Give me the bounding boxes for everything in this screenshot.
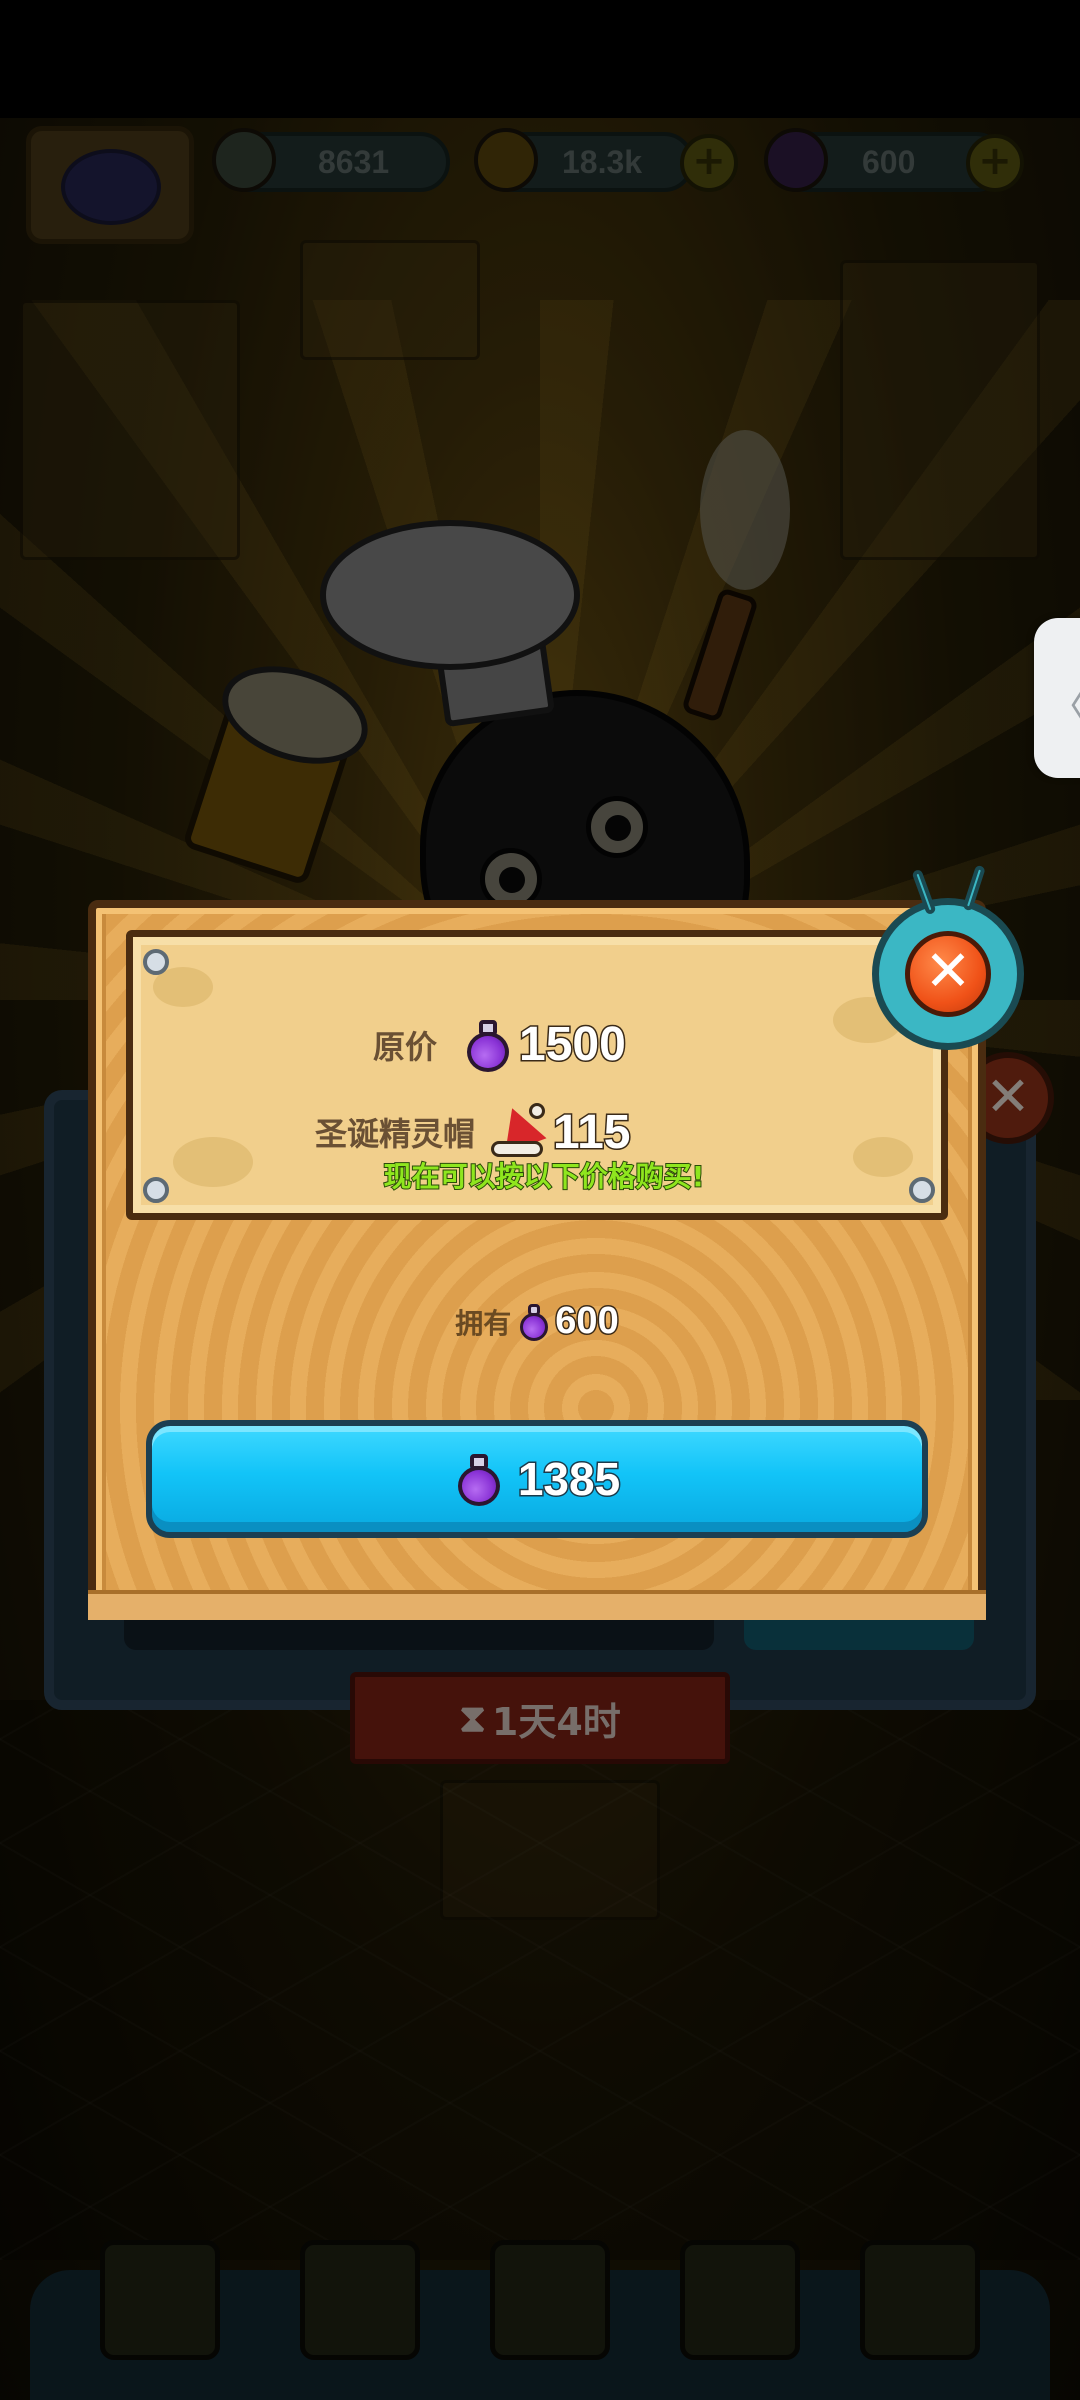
nav-bag-icon[interactable] <box>680 2240 800 2360</box>
potions-value: 600 <box>862 144 916 180</box>
original-price-value: 1500 <box>518 1017 628 1073</box>
hourglass-icon: ⧗ <box>459 1695 486 1740</box>
potion-icon <box>764 128 828 192</box>
nav-menu-icon[interactable] <box>860 2240 980 2360</box>
potion-icon <box>517 1303 551 1341</box>
price-parchment: 原价 1500 圣诞精灵帽 115 现在可以按以下价格购买! <box>126 930 948 1220</box>
cabinet <box>300 240 480 360</box>
chef-hat <box>320 520 580 670</box>
nav-shop-icon[interactable] <box>100 2240 220 2360</box>
chevron-left-icon: 〈 <box>1048 674 1080 732</box>
santa-hat-icon <box>489 1100 547 1161</box>
owned-label: 拥有 <box>455 1306 512 1340</box>
coins-value: 18.3k <box>562 144 643 180</box>
add-coins-button[interactable]: + <box>680 134 738 192</box>
offer-timer-banner: ⧗ 1天4时 <box>350 1672 730 1764</box>
purchase-dialog: 原价 1500 圣诞精灵帽 115 现在可以按以下价格购买! 拥有 600 13… <box>88 900 986 1620</box>
offer-timer-text: 1天4时 <box>491 1699 621 1744</box>
discount-item-value: 115 <box>552 1104 632 1160</box>
bomb-icon <box>212 128 276 192</box>
nav-book-icon[interactable] <box>490 2240 610 2360</box>
close-icon: ✕ <box>905 931 991 1017</box>
cigar-smoke <box>700 430 790 590</box>
owned-value: 600 <box>554 1299 620 1344</box>
floor <box>0 1700 1080 2260</box>
owned-row: 拥有 600 <box>88 1299 986 1344</box>
buy-price: 1385 <box>516 1452 621 1507</box>
original-price-row: 原价 1500 <box>373 1017 628 1073</box>
discount-item-label: 圣诞精灵帽 <box>315 1115 476 1153</box>
system-status-bar <box>0 0 1080 118</box>
shelf-left <box>20 300 240 560</box>
dialog-board-edge <box>88 1590 986 1620</box>
coin-icon <box>474 128 538 192</box>
score-value: 8631 <box>318 144 390 180</box>
potion-icon <box>463 1018 513 1072</box>
avatar-image <box>61 149 161 225</box>
discount-item-row: 圣诞精灵帽 115 <box>315 1100 632 1161</box>
original-price-label: 原价 <box>373 1027 438 1066</box>
add-potions-button[interactable]: + <box>966 134 1024 192</box>
close-button[interactable]: ✕ <box>872 864 1024 1050</box>
side-panel-handle[interactable]: 〈 <box>1034 618 1080 778</box>
right-eye <box>586 796 648 858</box>
nav-kitchen-icon[interactable] <box>300 2240 420 2360</box>
player-avatar[interactable] <box>26 126 194 244</box>
buy-button[interactable]: 1385 <box>146 1420 928 1538</box>
promo-text: 现在可以按以下价格购买! <box>383 1159 706 1194</box>
shelf-right <box>840 260 1040 560</box>
potion-icon <box>454 1452 504 1506</box>
screw <box>143 949 169 975</box>
